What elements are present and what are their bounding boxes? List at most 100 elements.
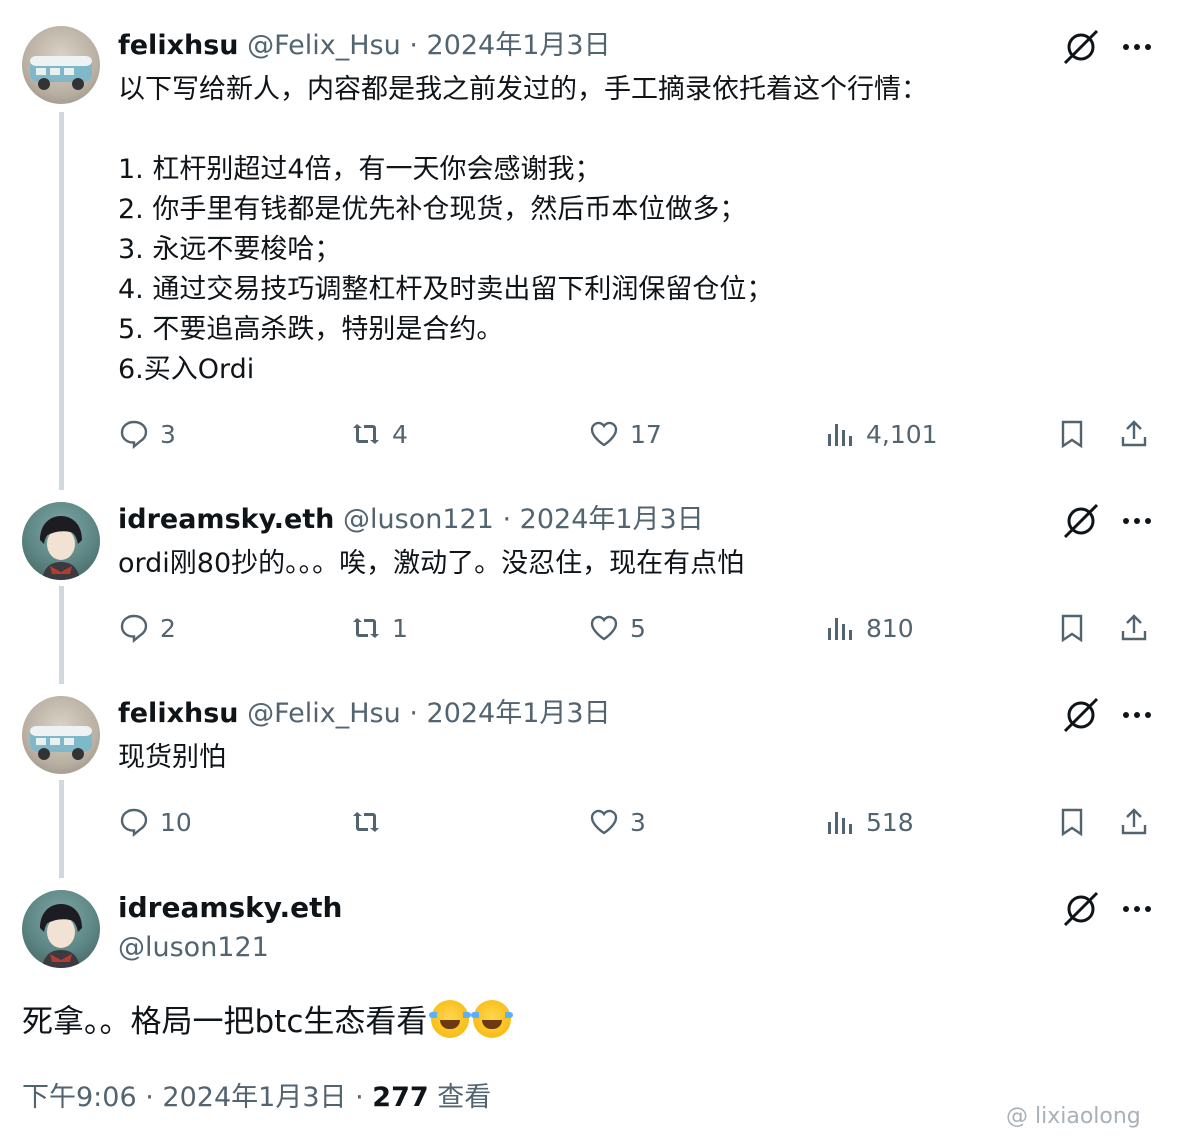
- main-tweet-text: 死拿。。格局一把btc生态看看: [22, 1000, 514, 1044]
- separator: ·: [409, 30, 418, 61]
- tweet-date[interactable]: 2024年1月3日: [427, 698, 611, 729]
- tweet-text: 以下写给新人，内容都是我之前发过的，手工摘录依托着这个行情： 1. 杠杆别超过4…: [118, 74, 928, 385]
- tweet-date[interactable]: 2024年1月3日: [427, 30, 611, 61]
- tweet-3[interactable]: felixhsu @Felix_Hsu · 2024年1月3日 现货别怕 10 …: [0, 674, 1184, 868]
- author-name[interactable]: idreamsky.eth: [118, 504, 334, 535]
- views-icon: [828, 618, 852, 640]
- tweet-2[interactable]: idreamsky.eth @luson121 · 2024年1月3日 ordi…: [0, 480, 1184, 674]
- action-bar: 2 1 5 810: [118, 608, 1158, 648]
- like-icon: [590, 809, 618, 835]
- views-button[interactable]: 518: [824, 802, 914, 842]
- tweet-header: felixhsu @Felix_Hsu · 2024年1月3日: [118, 28, 611, 64]
- author-handle[interactable]: @Felix_Hsu: [247, 30, 401, 61]
- reply-button[interactable]: 10: [118, 802, 192, 842]
- reply-button[interactable]: 3: [118, 414, 176, 454]
- repost-count: 4: [392, 419, 408, 449]
- watermark: @ lixiaolong: [1006, 1104, 1141, 1129]
- van-image: [30, 56, 92, 90]
- views-count: 518: [866, 807, 914, 837]
- views-button[interactable]: 4,101: [824, 414, 938, 454]
- tweet-text: 现货别怕: [118, 742, 226, 773]
- more-icon[interactable]: [1120, 504, 1154, 538]
- anime-avatar-image: [40, 904, 82, 968]
- like-count: 17: [630, 419, 662, 449]
- action-bar: 3 4 17 4,101: [118, 414, 1158, 454]
- grok-icon[interactable]: [1060, 888, 1102, 930]
- more-icon[interactable]: [1120, 30, 1154, 64]
- tweet-header: felixhsu @Felix_Hsu · 2024年1月3日: [118, 696, 611, 732]
- author-handle[interactable]: @luson121: [343, 504, 494, 535]
- repost-icon: [353, 424, 379, 444]
- like-count: 5: [630, 613, 646, 643]
- share-icon: [1121, 420, 1147, 447]
- author-name[interactable]: felixhsu: [118, 30, 239, 61]
- tweet-1[interactable]: felixhsu @Felix_Hsu · 2024年1月3日 以下写给新人，内…: [0, 0, 1184, 480]
- crying-laughing-emoji-icon: [471, 1000, 514, 1038]
- separator: ·: [355, 1082, 364, 1113]
- repost-button[interactable]: 4: [350, 414, 408, 454]
- more-icon[interactable]: [1120, 892, 1154, 926]
- more-icon[interactable]: [1120, 698, 1154, 732]
- bookmark-icon: [1061, 808, 1083, 837]
- anime-avatar-image: [40, 516, 82, 580]
- van-image: [30, 726, 92, 760]
- views-label: 查看: [437, 1082, 492, 1113]
- like-button[interactable]: 5: [588, 608, 646, 648]
- tweet-time[interactable]: 下午9:06: [22, 1082, 137, 1113]
- tweet-text: ordi刚80抄的。。。唉，激动了。没忍住，现在有点怕: [118, 548, 745, 579]
- avatar[interactable]: [22, 26, 100, 104]
- main-author-name[interactable]: idreamsky.eth: [118, 890, 342, 926]
- like-icon: [590, 421, 618, 447]
- share-icon: [1121, 808, 1147, 835]
- views-count: 4,101: [866, 419, 938, 449]
- main-author-handle[interactable]: @luson121: [118, 930, 269, 966]
- share-button[interactable]: [1118, 802, 1150, 842]
- like-icon: [590, 615, 618, 641]
- reply-icon: [120, 614, 148, 644]
- action-bar: 10 3 518: [118, 802, 1158, 842]
- reply-button[interactable]: 2: [118, 608, 176, 648]
- like-button[interactable]: 17: [588, 414, 662, 454]
- reply-count: 3: [160, 419, 176, 449]
- repost-button[interactable]: [350, 802, 392, 842]
- main-tweet-text-body: 死拿。。格局一把btc生态看看: [22, 1004, 428, 1040]
- tweet-date[interactable]: 2024年1月3日: [520, 504, 704, 535]
- tweet-date[interactable]: 2024年1月3日: [162, 1082, 346, 1113]
- avatar[interactable]: [22, 502, 100, 580]
- bookmark-button[interactable]: [1056, 414, 1088, 454]
- repost-button[interactable]: 1: [350, 608, 408, 648]
- avatar[interactable]: [22, 696, 100, 774]
- bookmark-button[interactable]: [1056, 608, 1088, 648]
- share-icon: [1121, 614, 1147, 641]
- share-button[interactable]: [1118, 608, 1150, 648]
- tweet-meta: 下午9:06 · 2024年1月3日 · 277 查看: [22, 1080, 491, 1116]
- views-icon: [828, 424, 852, 446]
- repost-icon: [353, 812, 379, 832]
- like-count: 3: [630, 807, 646, 837]
- repost-icon: [353, 618, 379, 638]
- separator: ·: [502, 504, 512, 535]
- views-button[interactable]: 810: [824, 608, 914, 648]
- bookmark-icon: [1061, 420, 1083, 449]
- author-handle[interactable]: @Felix_Hsu: [247, 698, 401, 729]
- reply-icon: [120, 808, 148, 838]
- views-icon: [828, 812, 852, 834]
- views-count: 810: [866, 613, 914, 643]
- grok-icon[interactable]: [1060, 500, 1102, 542]
- separator: ·: [145, 1082, 154, 1113]
- reply-icon: [120, 420, 148, 450]
- main-avatar[interactable]: [22, 890, 100, 968]
- share-button[interactable]: [1118, 414, 1150, 454]
- reply-count: 2: [160, 613, 176, 643]
- reply-count: 10: [160, 807, 192, 837]
- bookmark-button[interactable]: [1056, 802, 1088, 842]
- like-button[interactable]: 3: [588, 802, 646, 842]
- tweet-header: idreamsky.eth @luson121 · 2024年1月3日: [118, 502, 704, 538]
- views-count: 277: [372, 1082, 429, 1113]
- author-name[interactable]: felixhsu: [118, 698, 239, 729]
- crying-laughing-emoji-icon: [429, 1000, 472, 1038]
- separator: ·: [409, 698, 418, 729]
- repost-count: 1: [392, 613, 408, 643]
- grok-icon[interactable]: [1060, 694, 1102, 736]
- grok-icon[interactable]: [1060, 26, 1102, 68]
